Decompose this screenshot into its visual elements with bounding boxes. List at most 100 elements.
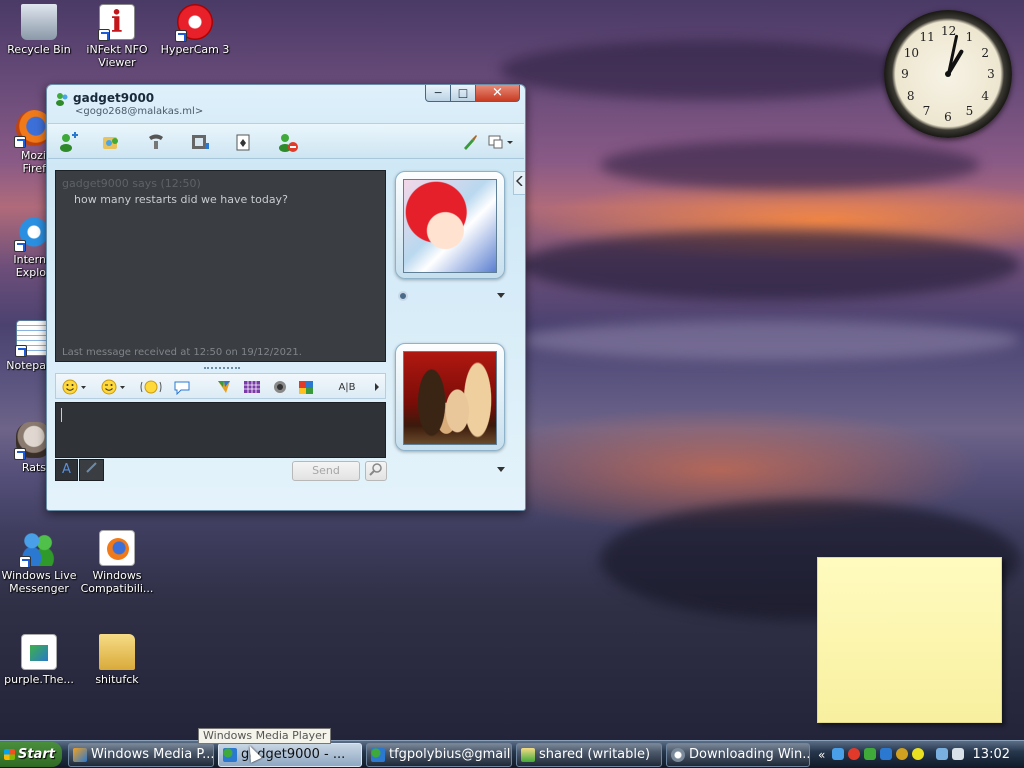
messenger-conversation-window[interactable]: gadget9000 <gogo268@malakas.ml> ─ □ ✕ ga… xyxy=(46,84,526,511)
taskbar-item-downloading[interactable]: Downloading Win... xyxy=(666,743,810,767)
desktop-icon-recycle-bin[interactable]: Recycle Bin xyxy=(0,4,78,56)
firefox-icon xyxy=(14,110,46,148)
sticky-note-gadget[interactable] xyxy=(817,557,1006,727)
tray-display-icon[interactable] xyxy=(936,748,948,760)
search-button[interactable] xyxy=(365,461,387,481)
taskbar-item-messenger-account[interactable]: tfgpolybius@gmail.... xyxy=(366,743,512,767)
tray-media-icon[interactable] xyxy=(912,748,924,760)
call-button[interactable] xyxy=(144,130,168,154)
games-launch-button[interactable] xyxy=(296,377,316,397)
desktop-icon-notepad[interactable]: Notepa xyxy=(6,320,46,372)
taskbar-item-media-player[interactable]: Windows Media P... xyxy=(68,743,214,767)
shortcut-arrow-icon xyxy=(14,136,26,148)
volume-icon[interactable] xyxy=(952,748,964,760)
block-contact-button[interactable] xyxy=(276,130,300,154)
taskbar-item-conversation[interactable]: gadget9000 - ... xyxy=(218,743,362,767)
desktop-icon-label: Notepa xyxy=(6,359,46,372)
clock-number: 12 xyxy=(941,24,957,38)
minimize-button[interactable]: ─ xyxy=(425,85,451,102)
tray-contact-icon[interactable] xyxy=(864,748,876,760)
voice-clip-button[interactable] xyxy=(172,377,192,397)
menu-dropdown-icon xyxy=(488,135,513,149)
tray-network-icon[interactable] xyxy=(880,748,892,760)
message-text: how many restarts did we have today? xyxy=(74,193,288,206)
own-display-picture[interactable] xyxy=(395,343,505,451)
clock-number: 3 xyxy=(987,67,995,81)
video-button[interactable] xyxy=(188,130,212,154)
share-files-button[interactable] xyxy=(100,130,124,154)
clock-gadget[interactable]: 12 1 2 3 4 5 6 7 8 9 10 11 xyxy=(884,10,1012,138)
nudge-button[interactable] xyxy=(138,377,164,397)
desktop-icon-label: Mozi Firef xyxy=(20,149,46,175)
own-picture-dropdown-icon[interactable] xyxy=(497,467,505,473)
start-button[interactable]: Start xyxy=(0,742,62,767)
text-mode-tab[interactable]: A xyxy=(55,459,78,481)
paint-theme-button[interactable] xyxy=(458,130,482,154)
maximize-icon: □ xyxy=(457,86,469,100)
clock-number: 8 xyxy=(906,88,915,103)
more-formatting-button[interactable] xyxy=(372,377,382,397)
winks-button[interactable] xyxy=(214,377,234,397)
send-button[interactable]: Send xyxy=(292,461,360,481)
window-title-bar[interactable]: gadget9000 <gogo268@malakas.ml> xyxy=(53,89,413,123)
tray-security-icon[interactable] xyxy=(848,748,860,760)
wink-button[interactable] xyxy=(100,377,128,397)
clock-number: 9 xyxy=(901,67,909,81)
collapse-panel-button[interactable] xyxy=(513,171,525,195)
desktop-icon-windows-compatibility[interactable]: Windows Compatibili... xyxy=(78,530,156,595)
maximize-button[interactable]: □ xyxy=(451,85,476,102)
own-avatar-image xyxy=(403,351,497,445)
conversation-toolbar xyxy=(48,123,524,159)
background-button[interactable] xyxy=(242,377,262,397)
block-icon xyxy=(279,134,298,152)
desktop-icon-purple-file[interactable]: purple.The... xyxy=(0,634,78,686)
contact-email: <gogo268@malakas.ml> xyxy=(75,106,204,117)
nfo-viewer-icon: i xyxy=(98,4,135,41)
shared-folder-icon xyxy=(521,748,535,762)
image-file-icon xyxy=(21,634,57,670)
message-compose-input[interactable] xyxy=(55,402,386,458)
desktop-icon-folder[interactable]: shitufck xyxy=(78,634,156,686)
taskbar-clock[interactable]: 13:02 xyxy=(973,743,1010,767)
taskbar-item-label: Downloading Win... xyxy=(689,747,810,762)
desktop-icon-firefox[interactable]: Mozi Firef xyxy=(6,110,46,175)
taskbar-item-shared-folder[interactable]: shared (writable) xyxy=(516,743,662,767)
menu-button[interactable] xyxy=(486,130,516,154)
messenger-icon xyxy=(19,530,57,568)
contact-picture-dropdown-icon[interactable] xyxy=(497,293,505,299)
text-caret xyxy=(61,408,62,422)
close-button[interactable]: ✕ xyxy=(476,85,520,102)
font-button[interactable]: A|B xyxy=(336,377,358,397)
clock-number: 5 xyxy=(965,104,974,119)
contact-name: gadget9000 xyxy=(73,91,155,105)
conversation-history-pane[interactable]: gadget9000 says (12:50) how many restart… xyxy=(55,170,386,362)
tray-update-icon[interactable] xyxy=(896,748,908,760)
contact-display-picture[interactable] xyxy=(395,171,505,279)
desktop-icon-internet-explorer[interactable]: Intern Explo xyxy=(6,214,46,279)
notepad-icon xyxy=(15,320,46,357)
games-button[interactable] xyxy=(232,130,256,154)
pane-resize-grip[interactable] xyxy=(204,367,240,370)
messenger-icon xyxy=(223,748,237,762)
desktop-icon-label: shitufck xyxy=(95,673,139,686)
voice-button[interactable] xyxy=(270,377,290,397)
cards-icon xyxy=(236,134,250,151)
emoticon-button[interactable] xyxy=(61,377,89,397)
clock-number: 2 xyxy=(981,45,990,60)
desktop-icon-messenger[interactable]: Windows Live Messenger xyxy=(0,530,78,595)
desktop-icon-label: Windows Live Messenger xyxy=(1,569,77,595)
puzzle-icon xyxy=(299,381,313,394)
webcam-icon[interactable] xyxy=(398,291,408,301)
handwriting-mode-tab[interactable] xyxy=(79,459,104,481)
cloud-shape xyxy=(500,40,920,100)
messenger-icon xyxy=(371,748,385,762)
desktop-icon-nfo-viewer[interactable]: i iNFekt NFO Viewer xyxy=(78,4,156,69)
desktop-icon-rats[interactable]: Rats xyxy=(6,422,46,474)
show-hidden-icons-button[interactable]: « xyxy=(818,743,825,767)
invite-contact-button[interactable] xyxy=(56,130,80,154)
tray-messenger-icon[interactable] xyxy=(832,748,844,760)
shortcut-arrow-icon xyxy=(98,29,110,41)
clock-number: 11 xyxy=(919,29,935,44)
desktop-icon-hypercam[interactable]: HyperCam 3 xyxy=(156,4,234,56)
pen-icon xyxy=(85,462,97,473)
